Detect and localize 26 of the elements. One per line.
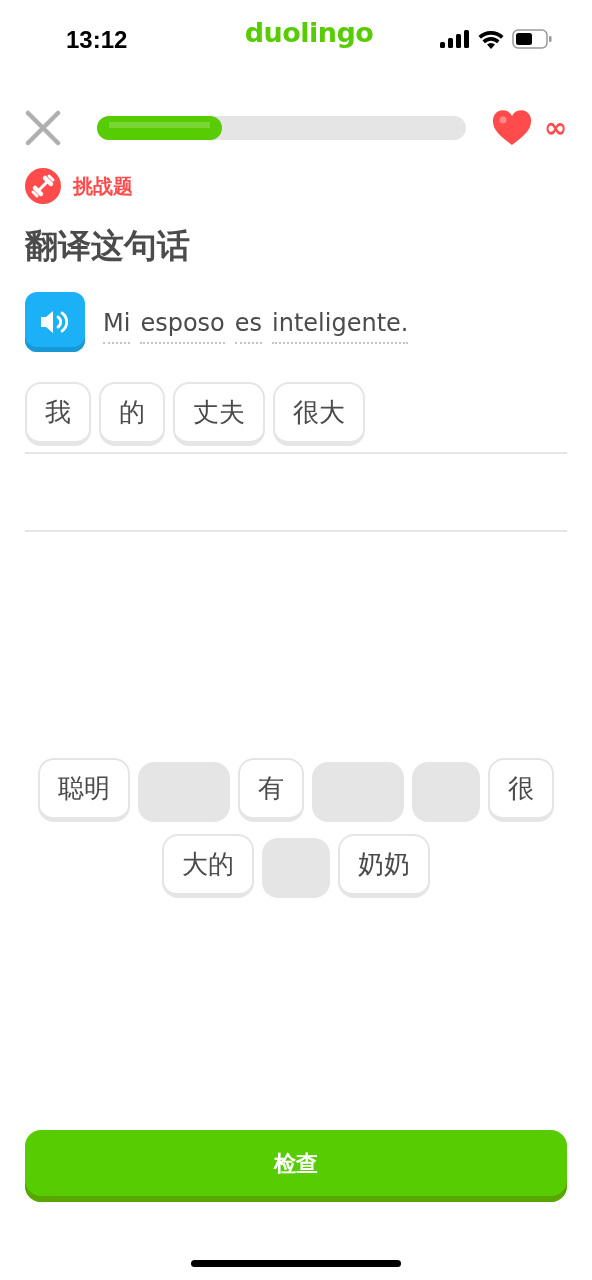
hint-word[interactable]: es — [234, 308, 263, 344]
wifi-icon — [478, 29, 504, 49]
heart-icon — [491, 110, 532, 146]
challenge-label: 挑战题 — [73, 172, 133, 200]
word-chip[interactable]: 我 — [25, 382, 91, 446]
word-chip[interactable]: 很 — [488, 758, 554, 822]
close-icon[interactable] — [25, 110, 61, 146]
word-chip[interactable]: 很大 — [273, 382, 365, 446]
word-chip[interactable]: 丈夫 — [173, 382, 265, 446]
app-logo: duolingo — [244, 16, 374, 48]
dumbbell-icon — [25, 168, 61, 204]
battery-icon — [512, 29, 552, 49]
lives-count: ∞ — [543, 114, 567, 142]
exercise-title: 翻译这句话 — [24, 225, 191, 267]
hint-word[interactable]: inteligente. — [272, 308, 409, 344]
word-chip[interactable]: 有 — [238, 758, 304, 822]
signal-icon — [440, 30, 470, 48]
word-chip[interactable]: 奶奶 — [338, 834, 430, 898]
word-chip[interactable]: 的 — [99, 382, 165, 446]
speaker-button[interactable] — [25, 292, 85, 352]
word-chip[interactable]: 大的 — [162, 834, 254, 898]
word-chip[interactable]: 聪明 — [38, 758, 130, 822]
status-time: 13:12 — [66, 26, 128, 54]
hint-word[interactable]: esposo — [140, 308, 225, 344]
hint-word[interactable]: Mi — [103, 308, 131, 344]
speaker-icon — [39, 308, 71, 336]
